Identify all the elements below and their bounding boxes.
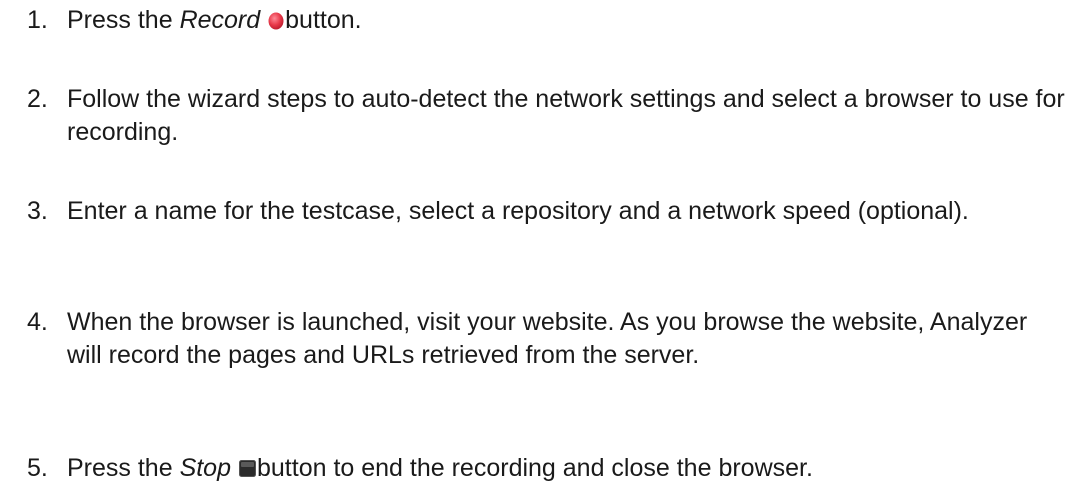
step-text: Press the Record button. [67,4,1067,37]
step-number: 3. [27,197,48,225]
step-text: When the browser is launched, visit your… [67,308,1028,369]
step-text-suffix: button to end the recording and close th… [257,454,813,482]
step-text-suffix: button. [285,6,362,34]
step-text-prefix: Press the [67,6,180,34]
step-number: 4. [27,308,48,336]
step-text: Enter a name for the testcase, select a … [67,197,969,225]
stop-label: Stop [179,454,231,482]
step-4: 4. When the browser is launched, visit y… [27,306,1067,372]
step-text: Press the Stop button to end the recordin… [67,452,1067,485]
step-number: 2. [27,85,48,113]
step-2: 2. Follow the wizard steps to auto-detec… [27,83,1067,149]
stop-button-icon [239,460,256,477]
step-text-prefix: Press the [67,454,180,482]
step-number: 5. [27,454,48,482]
step-5: 5. Press the Stop button to end the recor… [27,452,1067,485]
step-number: 1. [27,6,48,34]
step-text: Follow the wizard steps to auto-detect t… [67,85,1065,146]
step-3: 3. Enter a name for the testcase, select… [27,195,1067,228]
record-button-icon [268,12,284,30]
step-1: 1. Press the Record button. [27,4,1067,37]
record-label: Record [179,6,261,34]
